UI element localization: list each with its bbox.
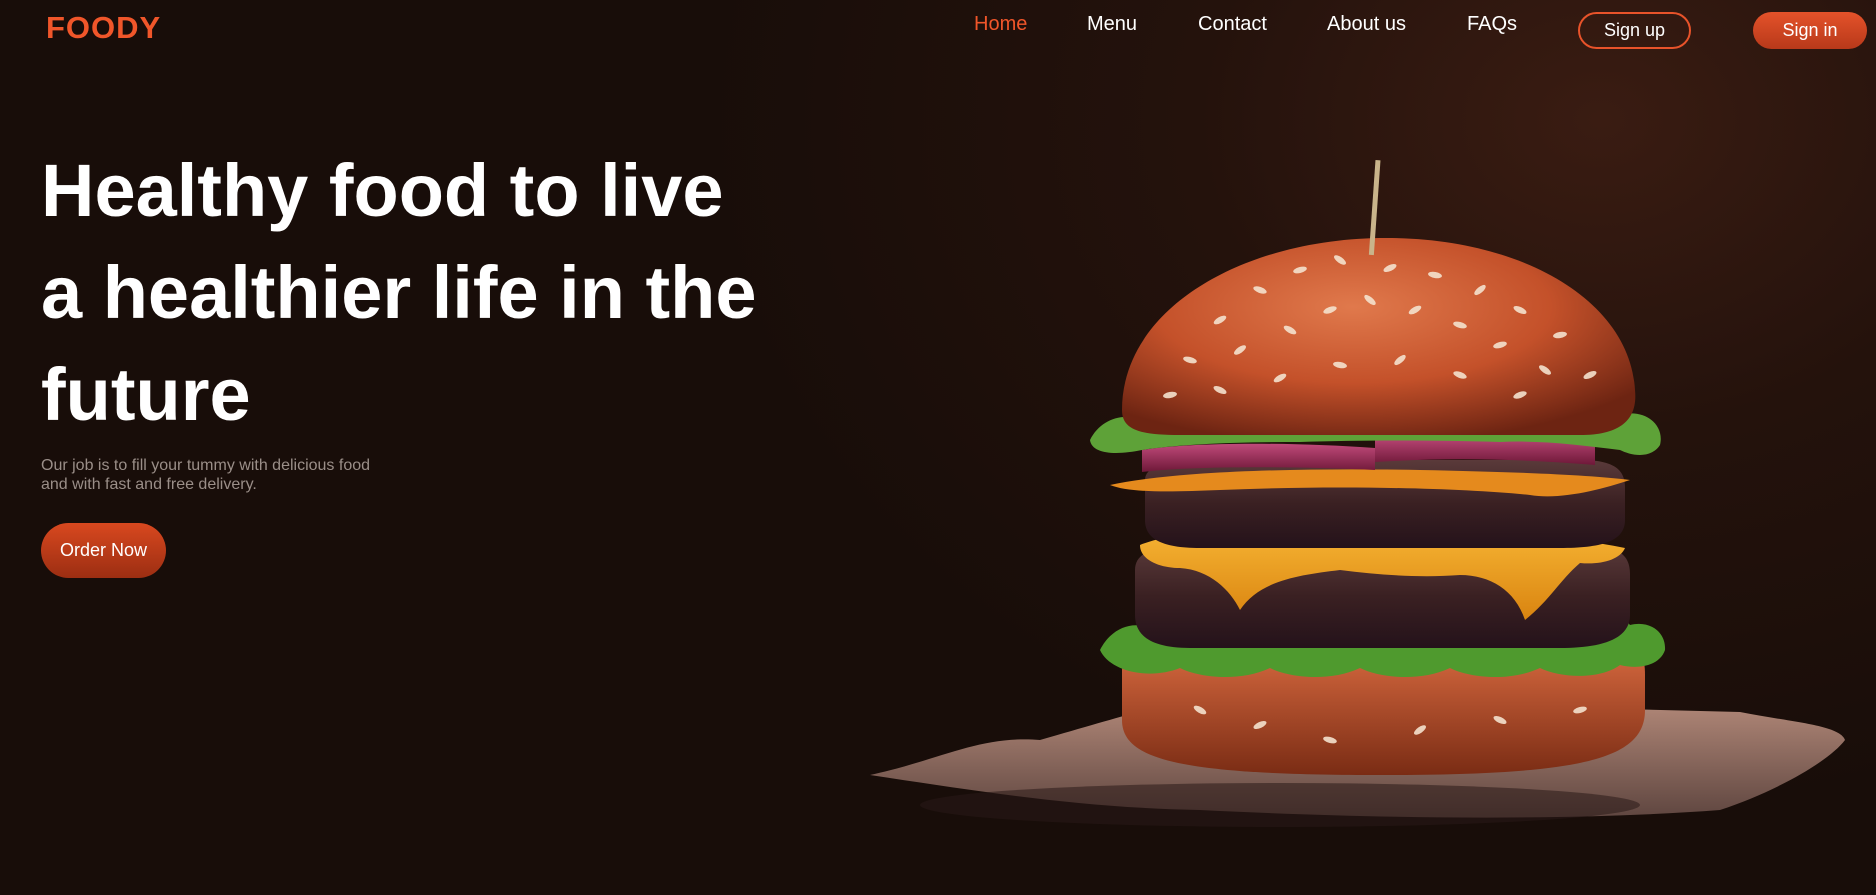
hero-subtitle-line-1: Our job is to fill your tummy with delic… xyxy=(41,457,371,474)
nav-item-about-us[interactable]: About us xyxy=(1327,13,1406,36)
sign-up-button[interactable]: Sign up xyxy=(1578,12,1691,49)
hero-title-line-3: future xyxy=(41,353,251,436)
nav-item-menu[interactable]: Menu xyxy=(1087,13,1137,36)
hero-title-line-2: a healthier life in the xyxy=(41,251,757,334)
order-now-button[interactable]: Order Now xyxy=(41,523,166,578)
nav-item-home[interactable]: Home xyxy=(974,13,1027,36)
hero-title: Healthy food to live a healthier life in… xyxy=(41,140,841,446)
hero-title-line-1: Healthy food to live xyxy=(41,149,724,232)
burger-image xyxy=(860,150,1860,830)
burger-illustration xyxy=(870,159,1845,827)
hero-subtitle: Our job is to fill your tummy with delic… xyxy=(41,456,401,494)
nav-item-contact[interactable]: Contact xyxy=(1198,13,1267,36)
hero-subtitle-line-2: and with fast and free delivery. xyxy=(41,476,257,493)
sign-in-button[interactable]: Sign in xyxy=(1753,12,1867,49)
brand-logo[interactable]: FOODY xyxy=(46,10,161,46)
nav-item-faqs[interactable]: FAQs xyxy=(1467,13,1517,36)
